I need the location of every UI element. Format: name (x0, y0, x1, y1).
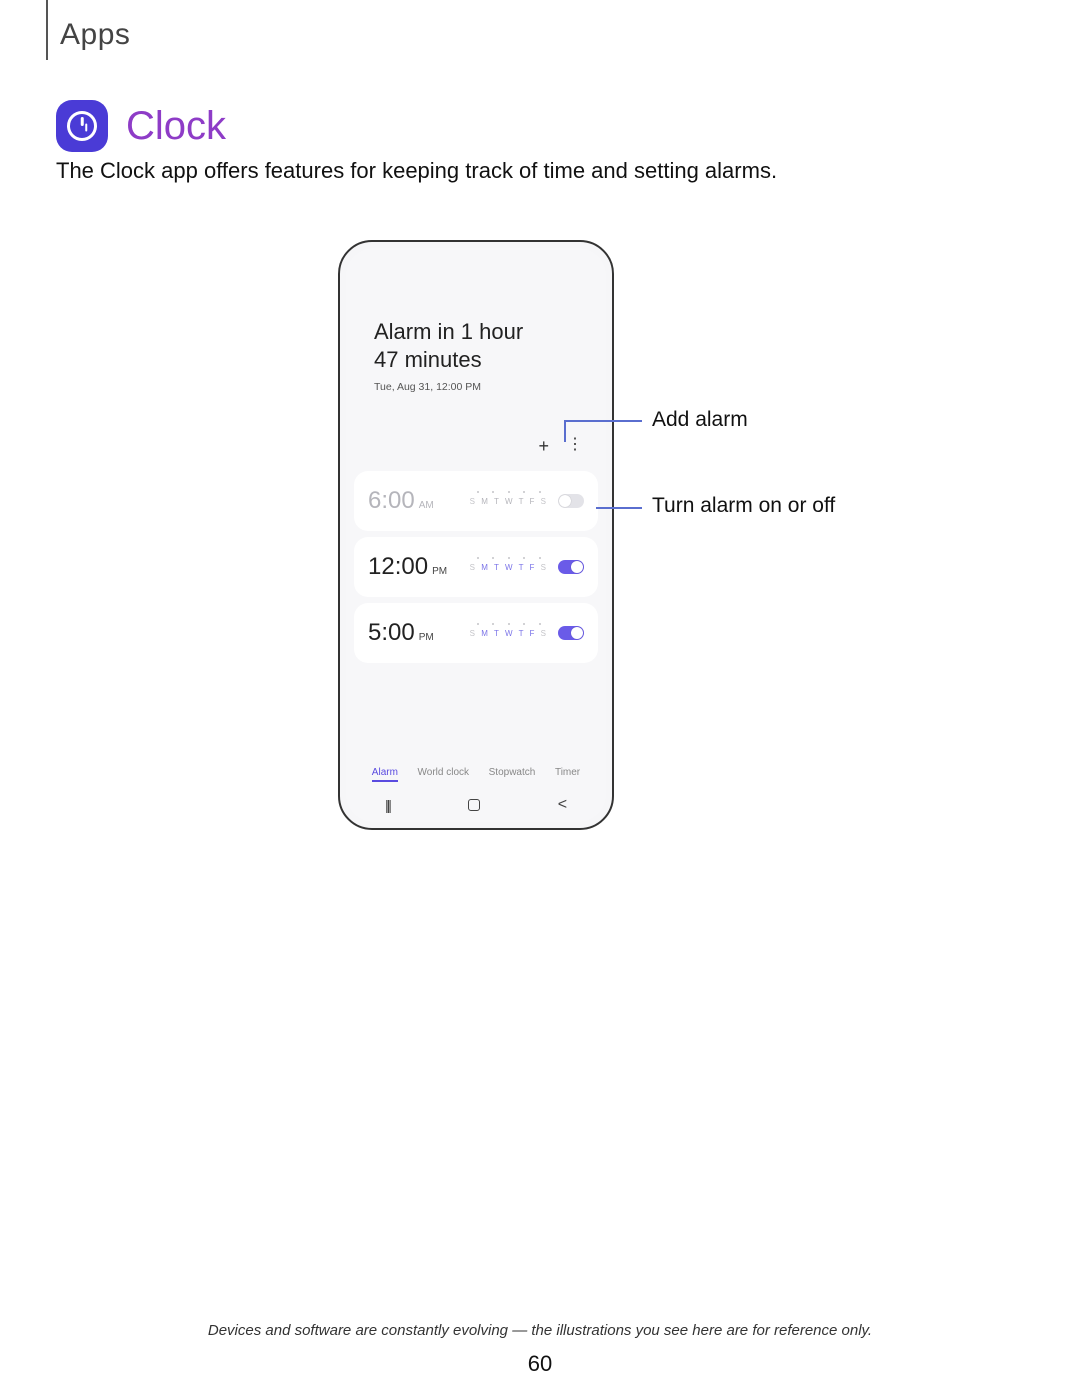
page-number: 60 (0, 1351, 1080, 1377)
alarm-row[interactable]: 6:00 AM S M T W T F S (354, 471, 598, 531)
section-label: Apps (60, 18, 130, 52)
phone-frame: Alarm in 1 hour 47 minutes Tue, Aug 31, … (338, 240, 614, 830)
tab-world-clock[interactable]: World clock (418, 767, 470, 782)
alarm-time-wrap: 12:00 PM (368, 553, 447, 581)
alarm-ampm: PM (432, 566, 447, 577)
nav-back-icon[interactable]: < (558, 796, 567, 814)
phone-screen: Alarm in 1 hour 47 minutes Tue, Aug 31, … (346, 248, 606, 822)
page-title: Clock (126, 104, 226, 149)
callout-connector (564, 420, 566, 442)
alarm-days: S M T W T F S (470, 497, 548, 506)
alarm-toggle[interactable] (558, 626, 584, 640)
alarm-time: 12:00 (368, 553, 428, 581)
clock-app-icon (56, 100, 108, 152)
alarm-time-wrap: 6:00 AM (368, 487, 434, 515)
top-action-row: + ⋮ (346, 403, 606, 465)
tab-timer[interactable]: Timer (555, 767, 580, 782)
callout-connector (564, 420, 642, 422)
tab-stopwatch[interactable]: Stopwatch (489, 767, 536, 782)
alarm-toggle[interactable] (558, 494, 584, 508)
alarm-header-date: Tue, Aug 31, 12:00 PM (374, 381, 578, 393)
alarm-header-line1: Alarm in 1 hour (374, 318, 578, 346)
nav-home-icon[interactable] (468, 799, 480, 811)
alarm-row[interactable]: 5:00 PM S M T W T F S (354, 603, 598, 663)
callout-add-alarm: Add alarm (652, 408, 748, 432)
more-options-icon[interactable]: ⋮ (567, 437, 582, 455)
intro-text: The Clock app offers features for keepin… (56, 158, 777, 184)
android-navbar: ||| < (346, 796, 606, 814)
title-row: Clock (56, 100, 226, 152)
alarm-time: 6:00 (368, 487, 415, 515)
alarm-ampm: AM (419, 500, 434, 511)
callout-toggle: Turn alarm on or off (652, 494, 835, 518)
alarm-ampm: PM (419, 632, 434, 643)
header-rule (46, 0, 48, 60)
alarm-days: S M T W T F S (470, 629, 548, 638)
alarm-row[interactable]: 12:00 PM S M T W T F S (354, 537, 598, 597)
alarm-days: S M T W T F S (470, 563, 548, 572)
alarm-header: Alarm in 1 hour 47 minutes Tue, Aug 31, … (346, 248, 606, 403)
nav-recent-icon[interactable]: ||| (385, 797, 390, 813)
alarm-header-line2: 47 minutes (374, 346, 578, 374)
bottom-tabs: Alarm World clock Stopwatch Timer (346, 767, 606, 782)
alarm-time: 5:00 (368, 619, 415, 647)
callout-connector (596, 507, 642, 509)
footer-note: Devices and software are constantly evol… (0, 1322, 1080, 1339)
alarm-list: 6:00 AM S M T W T F S 12:00 PM (346, 471, 606, 663)
alarm-time-wrap: 5:00 PM (368, 619, 434, 647)
alarm-toggle[interactable] (558, 560, 584, 574)
tab-alarm[interactable]: Alarm (372, 767, 398, 782)
add-alarm-icon[interactable]: + (538, 437, 549, 455)
